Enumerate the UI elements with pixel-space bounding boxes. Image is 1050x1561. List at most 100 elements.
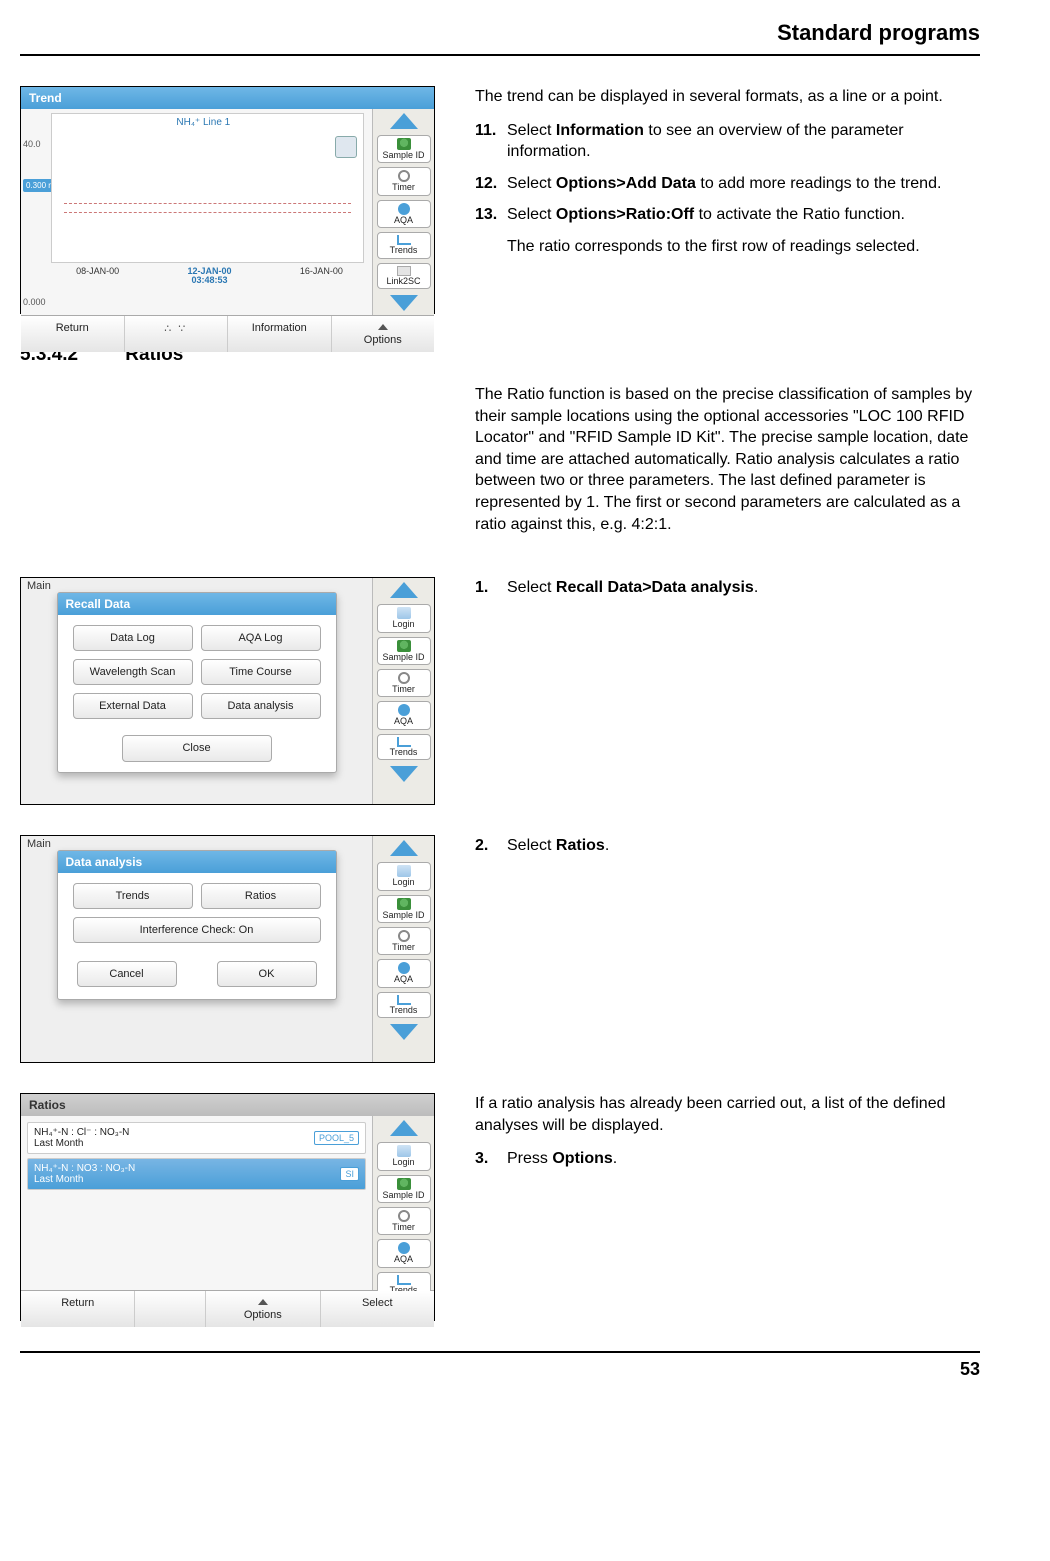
scroll-down-icon[interactable] — [390, 766, 418, 782]
page-header: Standard programs — [20, 20, 980, 56]
step3-intro: If a ratio analysis has already been car… — [475, 1093, 980, 1136]
step-11: 11. Select Information to see an overvie… — [475, 120, 980, 163]
rail-timer[interactable]: Timer — [377, 669, 431, 697]
ratios-bottom-bar: Return Options Select — [21, 1290, 434, 1327]
trends-icon — [397, 995, 411, 1005]
ratio-row-0[interactable]: NH₄⁺-N : Cl⁻ : NO₃-NLast Month POOL_5 — [27, 1122, 366, 1154]
aqa-log-button[interactable]: AQA Log — [201, 625, 321, 651]
timer-icon — [398, 170, 410, 182]
data-analysis-button[interactable]: Data analysis — [201, 693, 321, 719]
time-course-label: Time Course — [229, 666, 292, 678]
trend-bottom-bar: Return ∴ ∵ Information Options — [21, 315, 434, 352]
close-button[interactable]: Close — [122, 735, 272, 761]
rail-timer[interactable]: Timer — [377, 167, 431, 195]
rail-aqa-label: AQA — [394, 975, 413, 984]
information-button[interactable]: Information — [228, 316, 332, 352]
x-tick-2: 16-JAN-00 — [300, 267, 343, 286]
recall-data-modal: Recall Data Data Log AQA Log Wavelength … — [57, 592, 337, 772]
cancel-button[interactable]: Cancel — [77, 961, 177, 987]
chart-x-axis: 08-JAN-00 12-JAN-00 03:48:53 16-JAN-00 — [51, 267, 368, 286]
rail-sample-id[interactable]: Sample ID — [377, 135, 431, 163]
rail-aqa-label: AQA — [394, 216, 413, 225]
data-analysis-label: Data analysis — [227, 700, 293, 712]
timer-icon — [398, 930, 410, 942]
rail-trends-label: Trends — [390, 748, 418, 757]
trend-title: Trend — [29, 91, 62, 105]
step-12-post: to add more readings to the trend. — [696, 175, 941, 192]
information-label: Information — [252, 322, 307, 334]
rail-sample-id[interactable]: Sample ID — [377, 895, 431, 923]
ratio-row-0-title: NH₄⁺-N : Cl⁻ : NO₃-N — [34, 1127, 129, 1138]
step-13-post: to activate the Ratio function. — [694, 206, 905, 223]
interference-check-button[interactable]: Interference Check: On — [73, 917, 321, 943]
scroll-down-icon[interactable] — [390, 1024, 418, 1040]
external-data-button[interactable]: External Data — [73, 693, 193, 719]
rail-login-label: Login — [392, 1158, 414, 1167]
return-button[interactable]: Return — [21, 1291, 135, 1327]
select-button[interactable]: Select — [321, 1291, 434, 1327]
cursor-toggle-button[interactable]: ∴ ∵ — [125, 316, 229, 352]
ok-label: OK — [259, 968, 275, 980]
step-13-num: 13. — [475, 204, 507, 226]
rail-sample-id[interactable]: Sample ID — [377, 637, 431, 665]
side-rail-ratios: Login Sample ID Timer AQA Trends — [372, 1116, 434, 1290]
trends-icon — [397, 235, 411, 245]
rail-trends[interactable]: Trends — [377, 232, 431, 258]
scroll-up-icon[interactable] — [390, 582, 418, 598]
sample-id-icon — [397, 138, 411, 150]
scroll-up-icon[interactable] — [390, 840, 418, 856]
step-2-pre: Select — [507, 837, 556, 854]
trends-label: Trends — [116, 890, 150, 902]
step-3-pre: Press — [507, 1150, 552, 1167]
rail-timer[interactable]: Timer — [377, 927, 431, 955]
login-icon — [397, 607, 411, 619]
step-2-bold: Ratios — [556, 837, 605, 854]
rail-timer-label: Timer — [392, 943, 415, 952]
main-frame-label: Main — [27, 580, 51, 592]
scroll-down-icon[interactable] — [390, 295, 418, 311]
cancel-label: Cancel — [109, 968, 143, 980]
ratio-row-1[interactable]: NH₄⁺-N : NO3 : NO₃-NLast Month SI — [27, 1158, 366, 1190]
wavelength-scan-button[interactable]: Wavelength Scan — [73, 659, 193, 685]
trend-chart: NH₄⁺ Line 1 — [51, 113, 364, 263]
step-2-post: . — [605, 837, 609, 854]
rail-login[interactable]: Login — [377, 604, 431, 632]
ratios-button[interactable]: Ratios — [201, 883, 321, 909]
trends-button[interactable]: Trends — [73, 883, 193, 909]
page-number: 53 — [960, 1359, 980, 1379]
page-footer: 53 — [20, 1351, 980, 1380]
ok-button[interactable]: OK — [217, 961, 317, 987]
rail-aqa[interactable]: AQA — [377, 1239, 431, 1267]
rail-link2sc[interactable]: Link2SC — [377, 263, 431, 289]
step-12-pre: Select — [507, 175, 556, 192]
rail-timer[interactable]: Timer — [377, 1207, 431, 1235]
rail-login[interactable]: Login — [377, 862, 431, 890]
wavelength-scan-label: Wavelength Scan — [90, 666, 176, 678]
time-course-button[interactable]: Time Course — [201, 659, 321, 685]
options-button[interactable]: Options — [206, 1291, 320, 1327]
return-button[interactable]: Return — [21, 316, 125, 352]
main-frame-label: Main — [27, 838, 51, 850]
rail-aqa[interactable]: AQA — [377, 959, 431, 987]
data-log-label: Data Log — [110, 632, 155, 644]
data-analysis-modal-title: Data analysis — [58, 851, 336, 873]
data-log-button[interactable]: Data Log — [73, 625, 193, 651]
trends-icon — [397, 1275, 411, 1285]
rail-trends[interactable]: Trends — [377, 992, 431, 1018]
rail-trends-label: Trends — [390, 246, 418, 255]
rail-aqa[interactable]: AQA — [377, 200, 431, 228]
chart-settings-icon[interactable] — [335, 136, 357, 158]
scroll-up-icon[interactable] — [390, 113, 418, 129]
trends-icon — [397, 737, 411, 747]
step-3: 3. Press Options. — [475, 1148, 980, 1170]
rail-sample-id[interactable]: Sample ID — [377, 1175, 431, 1203]
step-2: 2. Select Ratios. — [475, 835, 980, 857]
data-analysis-modal: Data analysis Trends Ratios Interference… — [57, 850, 337, 1000]
rail-aqa[interactable]: AQA — [377, 701, 431, 729]
trend-intro-text: The trend can be displayed in several fo… — [475, 86, 980, 108]
scroll-up-icon[interactable] — [390, 1120, 418, 1136]
rail-timer-label: Timer — [392, 183, 415, 192]
rail-trends[interactable]: Trends — [377, 734, 431, 760]
options-button[interactable]: Options — [332, 316, 435, 352]
rail-login[interactable]: Login — [377, 1142, 431, 1170]
